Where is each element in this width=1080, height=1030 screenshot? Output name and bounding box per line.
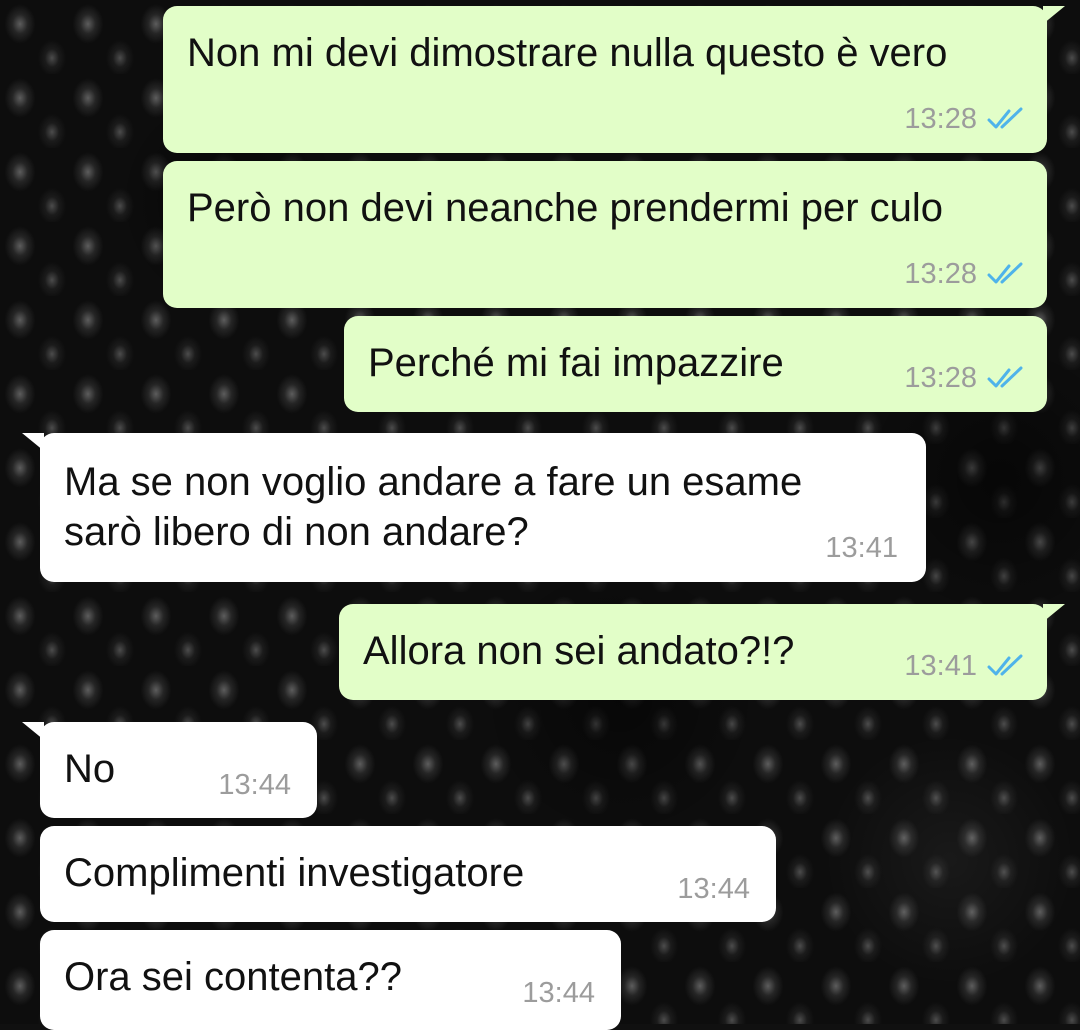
read-double-check-icon — [987, 366, 1023, 388]
message-text: Ma se non voglio andare a fare un esame … — [64, 460, 803, 554]
message-time: 13:41 — [825, 532, 898, 564]
message-time: 13:41 — [904, 650, 977, 682]
message-text: No — [64, 747, 116, 791]
read-double-check-icon — [987, 107, 1023, 129]
outgoing-message[interactable]: Però non devi neanche prendermi per culo… — [163, 161, 1047, 308]
incoming-message[interactable]: No 13:44 — [22, 722, 317, 818]
message-meta: 13:41 — [904, 649, 1025, 683]
read-double-check-icon — [987, 262, 1023, 284]
outgoing-message[interactable]: Perché mi fai impazzire 13:28 — [344, 316, 1047, 412]
message-text: Non mi devi dimostrare nulla questo è ve… — [187, 31, 948, 75]
message-meta: 13:28 — [904, 257, 1025, 291]
message-time: 13:28 — [904, 103, 977, 135]
incoming-message[interactable]: Complimenti investigatore 13:44 — [40, 826, 776, 922]
read-double-check-icon — [987, 654, 1023, 676]
message-time: 13:44 — [677, 873, 750, 905]
incoming-message[interactable]: Ma se non voglio andare a fare un esame … — [22, 433, 926, 582]
message-text: Però non devi neanche prendermi per culo — [187, 186, 944, 230]
message-text: Ora sei contenta?? — [64, 955, 402, 999]
message-time: 13:44 — [218, 769, 291, 801]
message-meta: 13:41 — [825, 531, 898, 565]
incoming-message[interactable]: Ora sei contenta?? 13:44 — [40, 930, 621, 1030]
message-time: 13:44 — [522, 977, 595, 1009]
message-text: Allora non sei andato?!? — [363, 629, 795, 673]
message-text: Perché mi fai impazzire — [368, 341, 784, 385]
outgoing-message[interactable]: Non mi devi dimostrare nulla questo è ve… — [163, 6, 1065, 153]
message-text: Complimenti investigatore — [64, 851, 525, 895]
message-time: 13:28 — [904, 362, 977, 394]
message-meta: 13:44 — [218, 768, 291, 802]
message-time: 13:28 — [904, 258, 977, 290]
message-meta: 13:44 — [677, 872, 750, 906]
outgoing-message[interactable]: Allora non sei andato?!? 13:41 — [339, 604, 1065, 700]
message-meta: 13:44 — [522, 976, 595, 1010]
message-meta: 13:28 — [904, 361, 1025, 395]
message-meta: 13:28 — [904, 102, 1025, 136]
